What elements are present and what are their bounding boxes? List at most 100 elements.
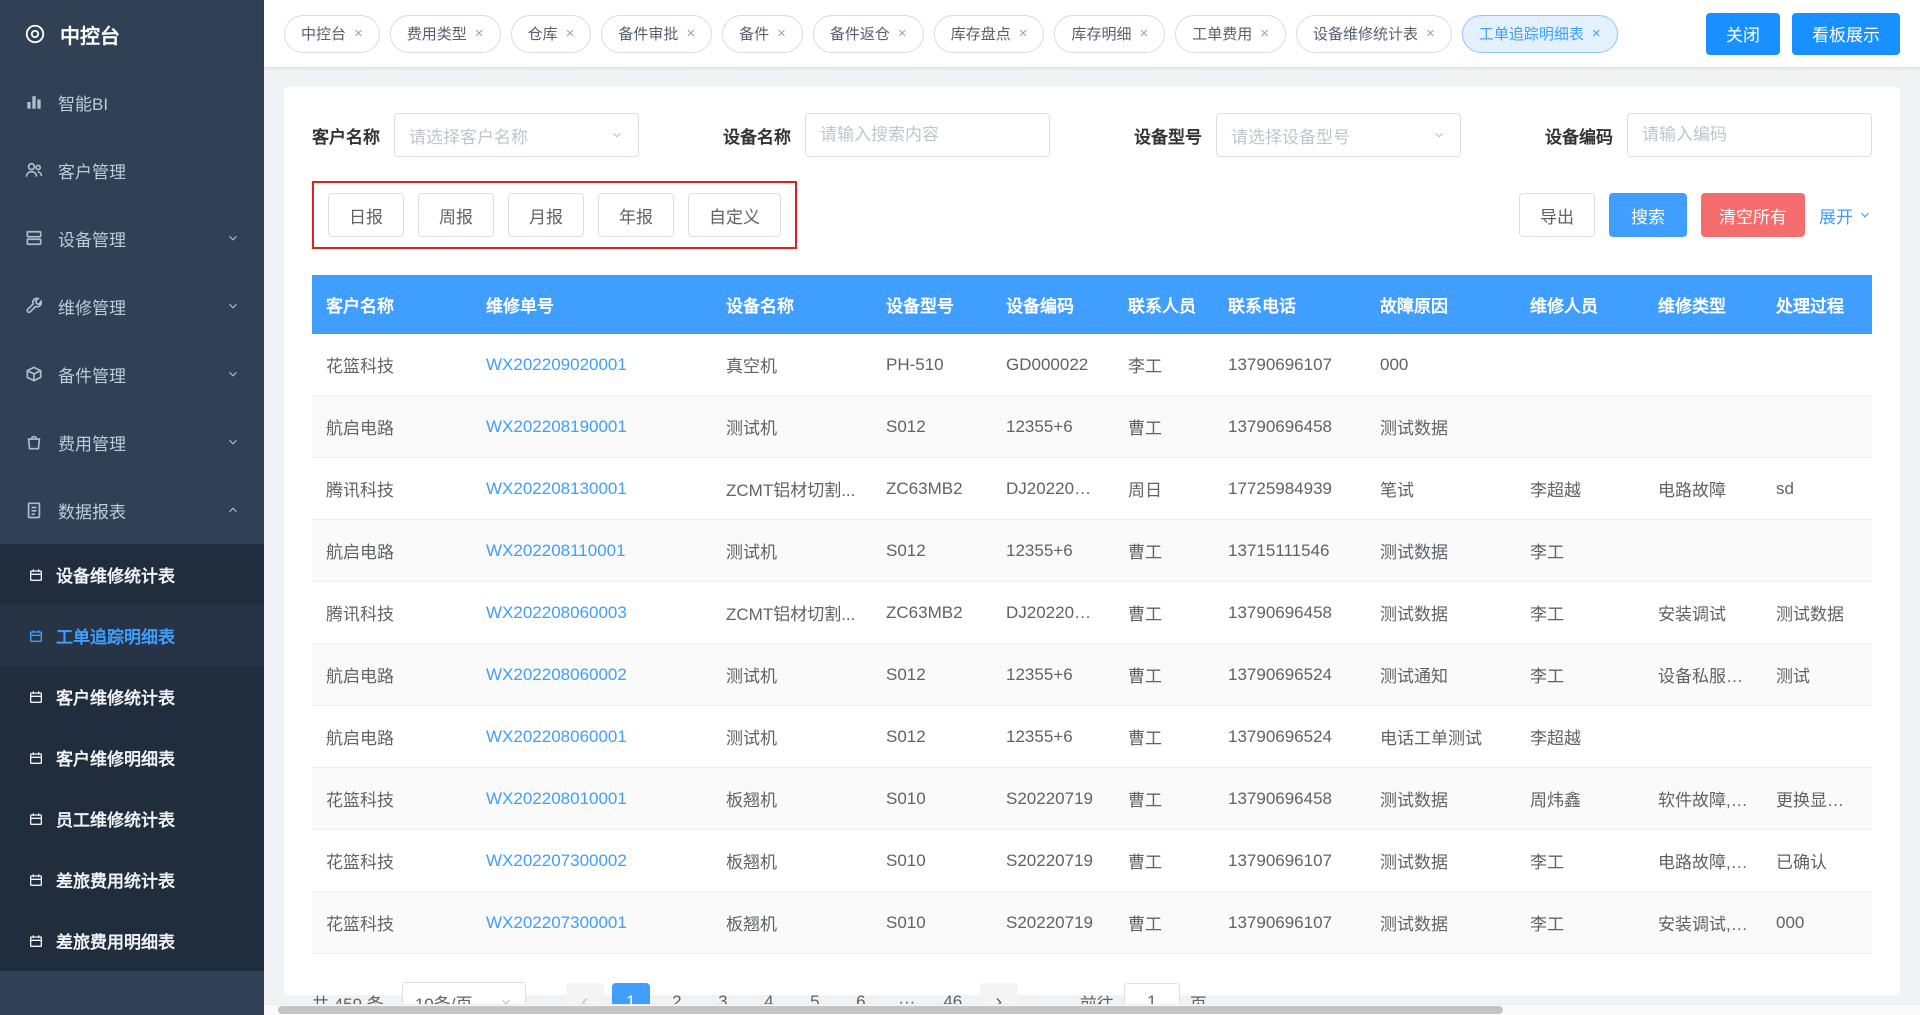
table-row: 花篮科技WX202207300001板翘机S010S20220719曹工1379… <box>312 892 1872 954</box>
open-tabs: 中控台 × 费用类型 × 仓库 × 备件审批 × 备件 × <box>284 15 1618 53</box>
tab-close-icon[interactable]: × <box>898 25 907 42</box>
sidebar-item-reports[interactable]: 数据报表 <box>0 476 264 544</box>
filter-device-model: 设备型号 请选择设备型号 <box>1134 113 1461 157</box>
tab-label: 备件 <box>739 23 769 44</box>
period-button[interactable]: 年报 <box>598 193 674 237</box>
content-card: 客户名称 请选择客户名称 设备名称 设备型号 <box>284 87 1900 995</box>
column-header[interactable]: 故障原因 <box>1366 275 1516 334</box>
column-header[interactable]: 联系人员 <box>1114 275 1214 334</box>
sidebar-item-repairs[interactable]: 维修管理 <box>0 272 264 340</box>
cell-fault-reason: 测试数据 <box>1366 830 1516 892</box>
order-number-link[interactable]: WX202208010001 <box>486 789 627 808</box>
sidebar-report-item[interactable]: 差旅费用统计表 <box>0 849 264 910</box>
order-number-link[interactable]: WX202208110001 <box>486 541 626 560</box>
box-icon <box>24 364 44 384</box>
column-header[interactable]: 联系电话 <box>1214 275 1366 334</box>
calendar-icon <box>28 567 44 583</box>
sidebar-item-devices[interactable]: 设备管理 <box>0 204 264 272</box>
close-button[interactable]: 关闭 <box>1706 13 1780 55</box>
column-header[interactable]: 设备编码 <box>992 275 1114 334</box>
scrollbar-thumb[interactable] <box>278 1006 1503 1014</box>
tab-close-icon[interactable]: × <box>777 25 786 42</box>
tab-close-icon[interactable]: × <box>1139 25 1148 42</box>
search-button[interactable]: 搜索 <box>1609 193 1687 237</box>
board-display-button[interactable]: 看板展示 <box>1792 13 1900 55</box>
sidebar-report-label: 客户维修统计表 <box>56 684 175 709</box>
period-button[interactable]: 月报 <box>508 193 584 237</box>
column-header[interactable]: 维修人员 <box>1516 275 1644 334</box>
column-header[interactable]: 客户名称 <box>312 275 472 334</box>
cell-device-model: PH-510 <box>872 334 992 396</box>
sidebar-item-bi[interactable]: 智能BI <box>0 68 264 136</box>
column-header[interactable]: 设备名称 <box>712 275 872 334</box>
cell-device-code: S20220719 <box>992 830 1114 892</box>
tab-close-icon[interactable]: × <box>566 25 575 42</box>
sidebar-report-item[interactable]: 客户维修统计表 <box>0 666 264 727</box>
tab-chip[interactable]: 备件返仓 × <box>813 15 924 53</box>
clear-all-button[interactable]: 清空所有 <box>1701 193 1805 237</box>
table-row: 航启电路WX202208060001测试机S01212355+6曹工137906… <box>312 706 1872 768</box>
cell-device-name: ZCMT铝材切割... <box>712 582 872 644</box>
calendar-icon <box>28 628 44 644</box>
tab-chip[interactable]: 设备维修统计表 × <box>1296 15 1452 53</box>
sidebar-report-item[interactable]: 客户维修明细表 <box>0 727 264 788</box>
cell-fault-reason: 测试数据 <box>1366 582 1516 644</box>
period-button[interactable]: 日报 <box>328 193 404 237</box>
tab-chip[interactable]: 中控台 × <box>284 15 380 53</box>
sidebar-report-item[interactable]: 员工维修统计表 <box>0 788 264 849</box>
cell-repair-person <box>1516 396 1644 458</box>
cell-device-code: 12355+6 <box>992 396 1114 458</box>
column-header[interactable]: 处理过程 <box>1762 275 1872 334</box>
order-number-link[interactable]: WX202208130001 <box>486 479 627 498</box>
tab-close-icon[interactable]: × <box>1019 25 1028 42</box>
customer-name-select[interactable]: 请选择客户名称 <box>394 113 639 157</box>
cell-contact-person: 曹工 <box>1114 644 1214 706</box>
tab-close-icon[interactable]: × <box>354 25 363 42</box>
tab-chip[interactable]: 工单费用 × <box>1175 15 1286 53</box>
device-name-input[interactable] <box>805 113 1050 157</box>
cell-customer-name: 腾讯科技 <box>312 458 472 520</box>
tab-close-icon[interactable]: × <box>1592 25 1601 42</box>
tab-chip[interactable]: 备件 × <box>722 15 803 53</box>
tab-close-icon[interactable]: × <box>686 25 695 42</box>
sidebar-report-item[interactable]: 工单追踪明细表 <box>0 605 264 666</box>
expand-toggle[interactable]: 展开 <box>1819 203 1872 228</box>
horizontal-scrollbar[interactable] <box>264 1004 1920 1015</box>
sidebar-item-label: 费用管理 <box>58 430 212 455</box>
column-header[interactable]: 维修类型 <box>1644 275 1762 334</box>
tab-chip[interactable]: 仓库 × <box>511 15 592 53</box>
tab-close-icon[interactable]: × <box>475 25 484 42</box>
sidebar-report-item[interactable]: 差旅费用明细表 <box>0 910 264 971</box>
cell-process <box>1762 396 1872 458</box>
device-model-select[interactable]: 请选择设备型号 <box>1216 113 1461 157</box>
column-header[interactable]: 设备型号 <box>872 275 992 334</box>
cell-device-name: 板翘机 <box>712 768 872 830</box>
sidebar-item-customers[interactable]: 客户管理 <box>0 136 264 204</box>
tab-chip[interactable]: 费用类型 × <box>390 15 501 53</box>
column-header[interactable]: 维修单号 <box>472 275 712 334</box>
tab-chip[interactable]: 备件审批 × <box>601 15 712 53</box>
tab-chip[interactable]: 库存明细 × <box>1054 15 1165 53</box>
cell-device-code: S20220719 <box>992 768 1114 830</box>
period-button[interactable]: 自定义 <box>688 193 781 237</box>
sidebar-item-fees[interactable]: 费用管理 <box>0 408 264 476</box>
order-number-link[interactable]: WX202208190001 <box>486 417 627 436</box>
tab-chip[interactable]: 库存盘点 × <box>934 15 1045 53</box>
order-number-link[interactable]: WX202208060001 <box>486 727 627 746</box>
tab-chip[interactable]: 工单追踪明细表 × <box>1462 15 1618 53</box>
sidebar-item-parts[interactable]: 备件管理 <box>0 340 264 408</box>
period-button[interactable]: 周报 <box>418 193 494 237</box>
cell-device-model: ZC63MB2 <box>872 582 992 644</box>
cell-repair-person: 李工 <box>1516 892 1644 954</box>
order-number-link[interactable]: WX202208060003 <box>486 603 627 622</box>
order-number-link[interactable]: WX202209020001 <box>486 355 627 374</box>
tab-close-icon[interactable]: × <box>1260 25 1269 42</box>
filter-device-name: 设备名称 <box>723 113 1050 157</box>
order-number-link[interactable]: WX202208060002 <box>486 665 627 684</box>
sidebar-report-item[interactable]: 设备维修统计表 <box>0 544 264 605</box>
device-code-input[interactable] <box>1627 113 1872 157</box>
tab-close-icon[interactable]: × <box>1426 25 1435 42</box>
order-number-link[interactable]: WX202207300001 <box>486 913 627 932</box>
export-button[interactable]: 导出 <box>1519 193 1595 237</box>
order-number-link[interactable]: WX202207300002 <box>486 851 627 870</box>
